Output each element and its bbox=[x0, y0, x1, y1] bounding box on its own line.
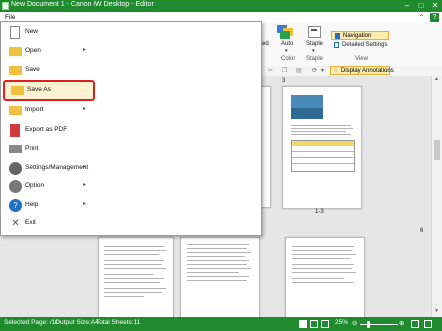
help-icon: ? bbox=[9, 199, 22, 212]
staple-button[interactable]: Staple bbox=[306, 41, 323, 47]
rotate-icon[interactable]: ⟳ bbox=[312, 67, 317, 74]
file-menu: New Open ▸ Save Save As Import ▸ Export … bbox=[0, 21, 262, 236]
zoom-in-icon[interactable]: ⊕ bbox=[399, 319, 404, 327]
scroll-up-icon[interactable]: ▲ bbox=[434, 76, 439, 82]
menu-item-open[interactable]: Open ▸ bbox=[3, 43, 95, 61]
window-title: New Document 1 - Canon iW Desktop - Edit… bbox=[11, 1, 154, 8]
pdf-icon bbox=[10, 124, 20, 137]
auto-color-icon bbox=[275, 25, 295, 39]
save-icon bbox=[9, 66, 22, 75]
menu-item-save[interactable]: Save bbox=[3, 62, 95, 80]
staple-icon bbox=[308, 26, 321, 38]
menu-item-label: Print bbox=[25, 145, 39, 152]
open-folder-icon bbox=[9, 47, 22, 56]
page-image bbox=[291, 95, 323, 119]
menu-item-label: Save bbox=[25, 66, 40, 73]
help-icon[interactable]: ? bbox=[430, 13, 439, 22]
print-icon bbox=[9, 145, 22, 153]
menu-item-label: Settings/Management bbox=[25, 164, 89, 171]
output-size-status: Output Size:A4 bbox=[55, 319, 99, 326]
two-page-view-icon[interactable] bbox=[310, 320, 318, 328]
group-label-view: View bbox=[355, 56, 368, 62]
maximize-button[interactable]: □ bbox=[414, 0, 428, 11]
menu-item-option[interactable]: Option ▸ bbox=[3, 178, 95, 196]
paste-icon[interactable]: ▤ bbox=[296, 67, 302, 74]
submenu-arrow-icon: ▸ bbox=[83, 201, 87, 207]
menu-item-label: Save As bbox=[27, 86, 51, 93]
auto-button[interactable]: Auto bbox=[281, 41, 293, 47]
import-icon bbox=[9, 106, 22, 115]
menu-item-settings-management[interactable]: Settings/Management ▸ bbox=[3, 160, 95, 178]
selected-page-status: Selected Page: /11 bbox=[4, 319, 59, 326]
menu-item-help[interactable]: ? Help ▸ bbox=[3, 197, 95, 215]
zoom-slider-thumb[interactable] bbox=[367, 321, 370, 328]
file-menu-label: File bbox=[5, 14, 16, 21]
close-icon: ✕ bbox=[11, 218, 20, 229]
menu-item-exit[interactable]: ✕ Exit bbox=[3, 215, 95, 233]
close-window-button[interactable]: ✕ bbox=[428, 0, 442, 11]
single-page-view-icon[interactable] bbox=[299, 320, 307, 328]
fit-page-icon[interactable] bbox=[424, 320, 432, 328]
sheet-range-label: 1-3 bbox=[315, 209, 324, 215]
total-sheets-status: Total Sheets:11 bbox=[96, 319, 141, 326]
submenu-arrow-icon: ▸ bbox=[83, 106, 87, 112]
scrollbar-thumb[interactable] bbox=[434, 140, 440, 160]
settings-icon bbox=[9, 162, 22, 175]
staple-dropdown-icon[interactable]: ▾ bbox=[312, 48, 315, 54]
zoom-slider[interactable] bbox=[360, 324, 398, 325]
navigation-icon bbox=[335, 33, 340, 39]
display-annotations-button[interactable]: ◌ Display Annotations bbox=[330, 66, 394, 75]
navigation-button[interactable]: Navigation bbox=[331, 31, 389, 40]
save-as-icon bbox=[11, 86, 24, 95]
vertical-scrollbar[interactable]: ▲ ▼ bbox=[431, 76, 442, 317]
menu-item-label: New bbox=[25, 28, 39, 35]
ribbon-partial-label: ed bbox=[262, 41, 269, 47]
menu-item-import[interactable]: Import ▸ bbox=[3, 102, 95, 120]
annotation-icon: ◌ bbox=[334, 68, 338, 74]
cut-icon[interactable]: ✂ bbox=[268, 67, 273, 74]
menu-item-new[interactable]: New bbox=[3, 24, 95, 42]
menu-item-export-pdf[interactable]: Export as PDF bbox=[3, 122, 95, 140]
page-thumbnail[interactable] bbox=[180, 237, 260, 319]
auto-dropdown-icon[interactable]: ▾ bbox=[285, 48, 288, 54]
page-thumbnail[interactable] bbox=[282, 86, 362, 209]
menu-item-label: Import bbox=[25, 106, 44, 113]
app-icon bbox=[2, 2, 9, 10]
navigation-label: Navigation bbox=[343, 33, 372, 39]
status-bar: Selected Page: /11 Output Size:A4 Total … bbox=[0, 317, 442, 331]
option-icon bbox=[9, 180, 22, 193]
submenu-arrow-icon: ▸ bbox=[83, 47, 87, 53]
page-table bbox=[291, 140, 355, 172]
group-label-staple: Staple bbox=[306, 56, 324, 62]
page-thumbnail[interactable] bbox=[98, 237, 174, 319]
menu-item-label: Export as PDF bbox=[25, 126, 68, 133]
submenu-arrow-icon: ▸ bbox=[83, 182, 87, 188]
page-thumbnail[interactable] bbox=[285, 237, 365, 319]
menu-item-label: Open bbox=[25, 47, 41, 54]
zoom-level: 25% bbox=[335, 319, 349, 326]
detailed-settings-icon bbox=[334, 42, 339, 48]
title-bar: New Document 1 - Canon iW Desktop - Edit… bbox=[0, 0, 442, 12]
menu-item-label: Option bbox=[25, 182, 45, 189]
page-number: 3 bbox=[282, 78, 286, 84]
collapse-ribbon-icon[interactable]: ⌃ bbox=[417, 13, 426, 22]
fit-width-icon[interactable] bbox=[411, 320, 419, 328]
copy-icon[interactable]: ❐ bbox=[282, 67, 287, 74]
minimize-button[interactable]: – bbox=[400, 0, 414, 11]
group-label-color: Color bbox=[281, 56, 296, 62]
new-document-icon bbox=[10, 26, 20, 39]
display-annotations-label: Display Annotations bbox=[341, 68, 394, 74]
menu-item-label: Help bbox=[25, 201, 39, 208]
rotate-dropdown-icon[interactable]: ▾ bbox=[321, 67, 324, 74]
page-number: 6 bbox=[420, 228, 424, 234]
zoom-out-icon[interactable]: ⊖ bbox=[352, 319, 357, 327]
menu-item-label: Exit bbox=[25, 219, 36, 226]
detailed-settings-button[interactable]: Detailed Settings bbox=[331, 41, 391, 50]
multi-page-view-icon[interactable] bbox=[321, 320, 329, 328]
detailed-settings-label: Detailed Settings bbox=[342, 42, 388, 48]
menu-item-save-as[interactable]: Save As bbox=[3, 80, 95, 101]
menu-item-print[interactable]: Print bbox=[3, 141, 95, 159]
scroll-down-icon[interactable]: ▼ bbox=[434, 308, 439, 314]
submenu-arrow-icon: ▸ bbox=[83, 164, 87, 170]
